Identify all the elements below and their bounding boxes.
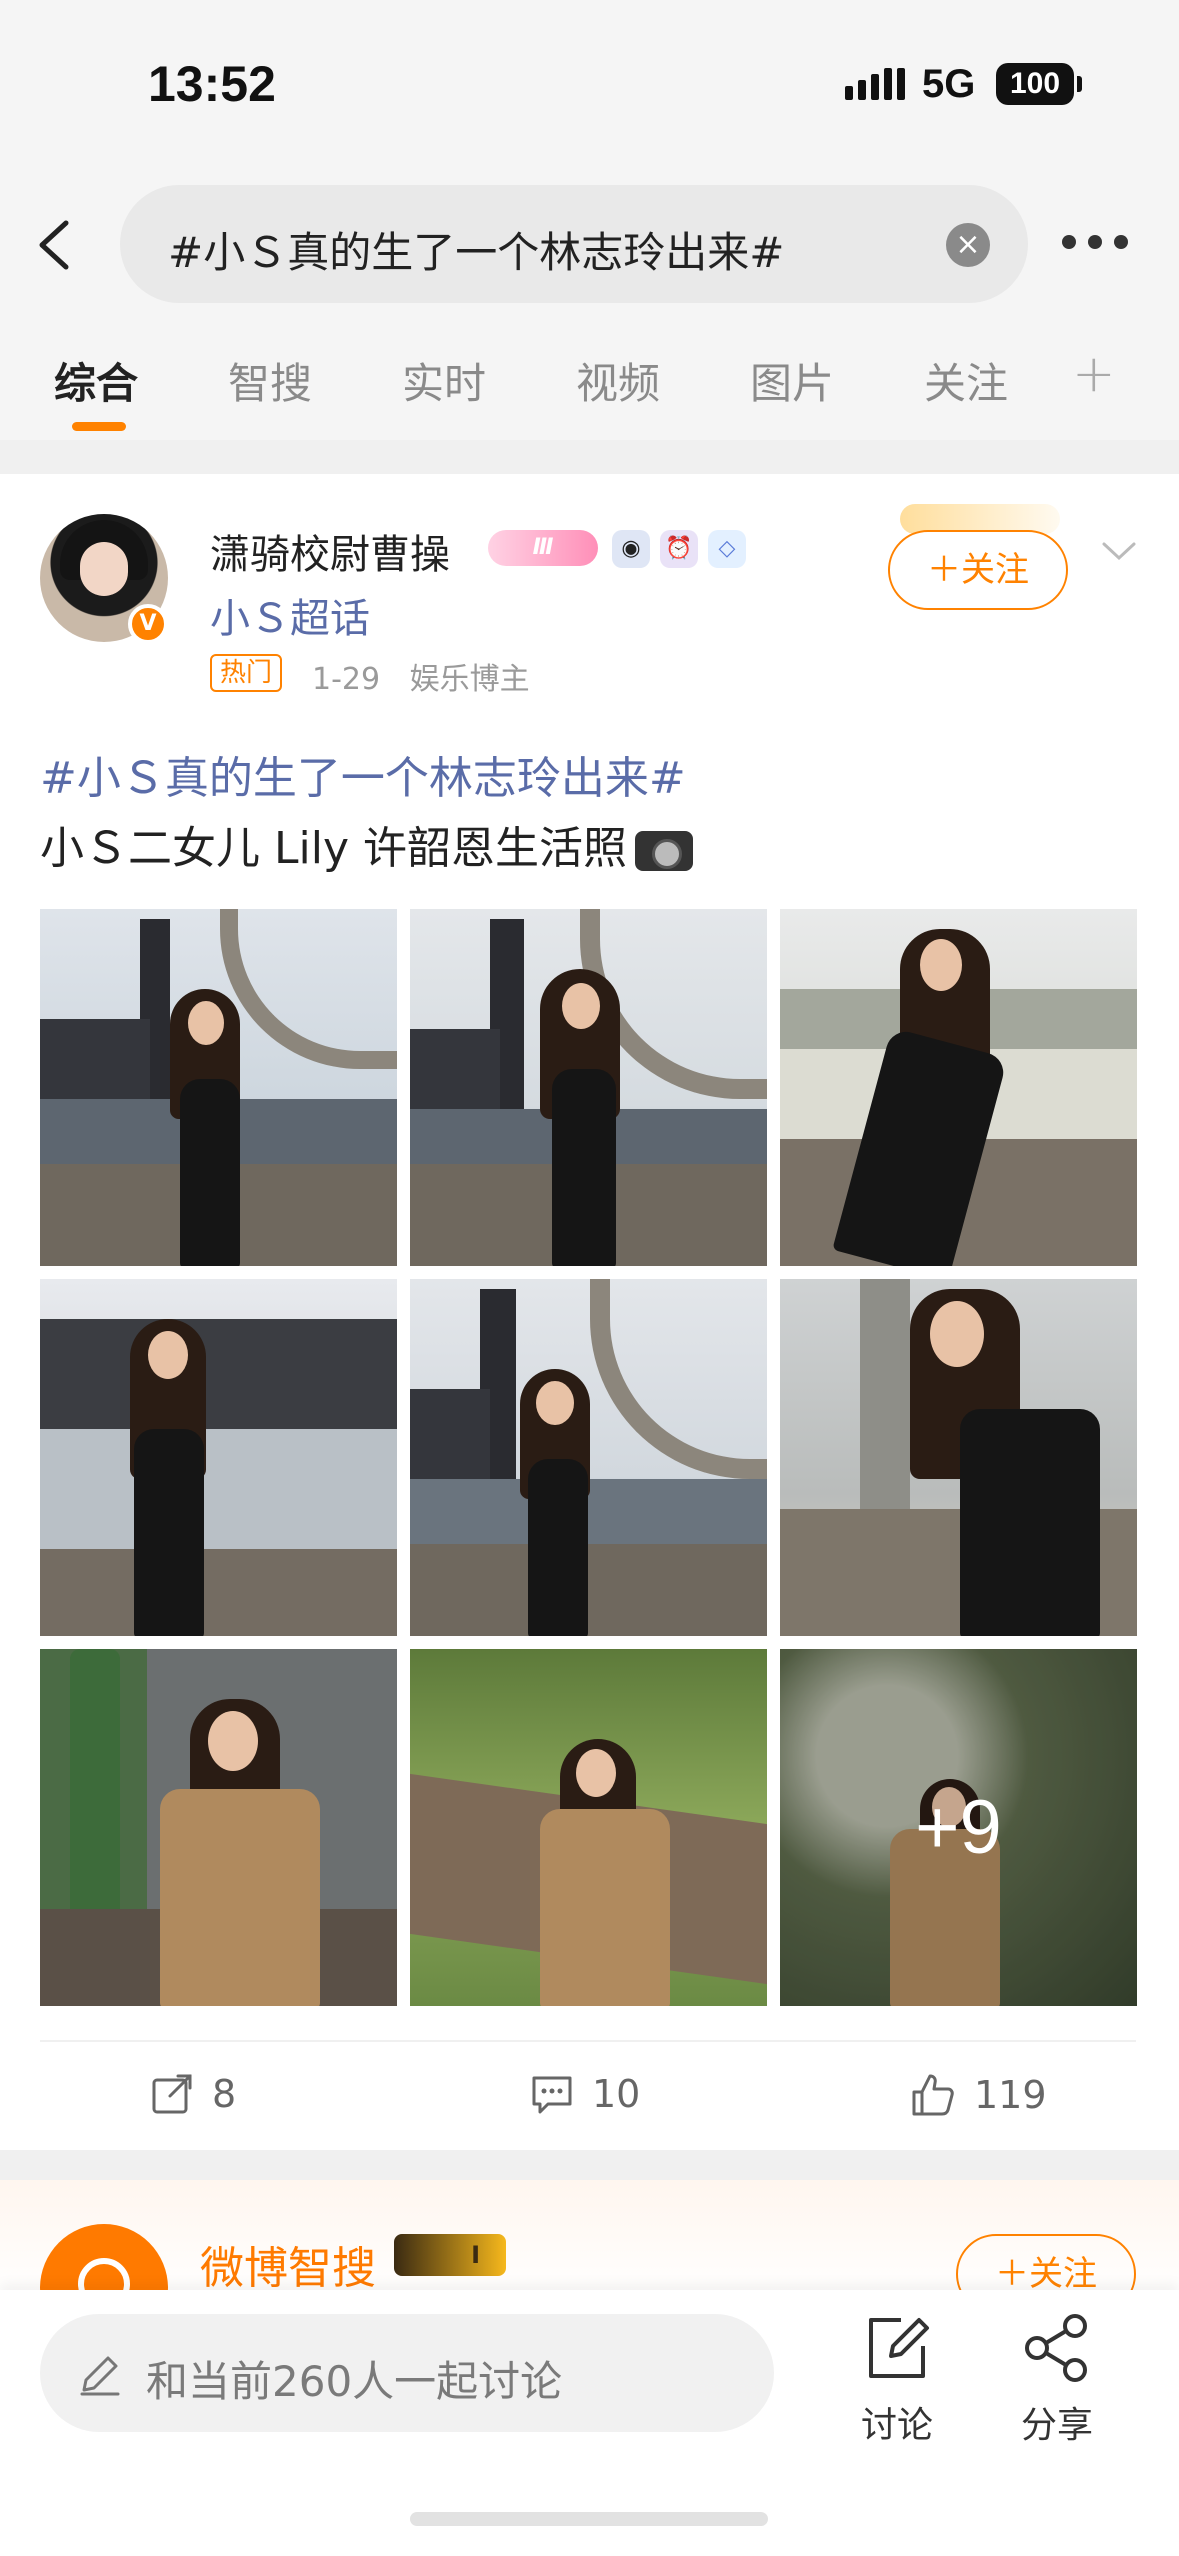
verified-badge-icon: V bbox=[128, 604, 168, 644]
post-text: 小Ｓ二女儿 Lily 许韶恩生活照 bbox=[40, 812, 693, 876]
post-action-bar: 8 10 119 bbox=[40, 2040, 1136, 2150]
edit-square-icon bbox=[869, 2318, 929, 2378]
post-meta: 1-29 娱乐博主 bbox=[312, 654, 550, 698]
bottom-bar: 和当前260人一起讨论 讨论 分享 bbox=[0, 2290, 1179, 2556]
active-tab-indicator bbox=[72, 422, 126, 431]
share-button[interactable]: 分享 bbox=[1002, 2312, 1112, 2448]
photo-7[interactable] bbox=[40, 1649, 397, 2006]
crown-badge-icon: Ⅰ bbox=[394, 2234, 506, 2276]
clear-search-button[interactable]: × bbox=[946, 223, 990, 267]
chevron-down-icon[interactable] bbox=[1098, 530, 1140, 572]
photo-1[interactable] bbox=[40, 909, 397, 1266]
diamond-badge-icon: ◇ bbox=[708, 530, 746, 568]
discuss-button[interactable]: 讨论 bbox=[842, 2312, 952, 2448]
author-name[interactable]: 潇骑校尉曹操 bbox=[210, 522, 450, 580]
tab-smart-search[interactable]: 智搜 bbox=[228, 350, 312, 411]
post-card: V 潇骑校尉曹操 Ⅲ ◉ ⏰ ◇ 小Ｓ超话 热门 1-29 娱乐博主 ＋关注 #… bbox=[0, 474, 1179, 2150]
tab-realtime[interactable]: 实时 bbox=[402, 350, 486, 411]
share-icon bbox=[1025, 2314, 1087, 2382]
camera-badge-icon: ◉ bbox=[612, 530, 650, 568]
comment-input[interactable]: 和当前260人一起讨论 bbox=[40, 2314, 774, 2432]
section-divider-2 bbox=[0, 2150, 1179, 2180]
smart-search-card: 微博智搜 Ⅰ ＋关注 bbox=[0, 2180, 1179, 2352]
pencil-icon bbox=[80, 2356, 120, 2396]
battery-icon: 100 bbox=[996, 63, 1074, 105]
search-header: #小Ｓ真的生了一个林志玲出来# × bbox=[0, 170, 1179, 320]
repost-icon bbox=[152, 2074, 192, 2114]
tab-following[interactable]: 关注 bbox=[924, 350, 1008, 411]
search-input[interactable]: #小Ｓ真的生了一个林志玲出来# × bbox=[120, 185, 1028, 303]
comment-placeholder: 和当前260人一起讨论 bbox=[146, 2357, 563, 2406]
status-bar: 13:52 5G 100 bbox=[0, 0, 1179, 170]
photo-6[interactable] bbox=[780, 1279, 1137, 1636]
supertopic-link[interactable]: 小Ｓ超话 bbox=[210, 586, 370, 644]
add-tab-icon[interactable]: + bbox=[1072, 344, 1116, 404]
level-badge-icon: Ⅲ bbox=[488, 530, 598, 566]
search-tabs: 综合 智搜 实时 视频 图片 关注 + bbox=[0, 320, 1179, 440]
author-role: 娱乐博主 bbox=[409, 662, 530, 697]
battery-tip bbox=[1077, 76, 1082, 92]
follow-button[interactable]: ＋关注 bbox=[888, 530, 1068, 610]
back-button[interactable] bbox=[28, 215, 88, 275]
post-text-content: 小Ｓ二女儿 Lily 许韶恩生活照 bbox=[40, 823, 627, 874]
comment-button[interactable]: 10 bbox=[530, 2072, 640, 2116]
post-date: 1-29 bbox=[312, 662, 381, 697]
post-topic-link[interactable]: #小Ｓ真的生了一个林志玲出来# bbox=[40, 742, 686, 806]
photo-3[interactable] bbox=[780, 909, 1137, 1266]
more-photos-count: +9 bbox=[780, 1649, 1137, 2006]
discuss-label: 讨论 bbox=[860, 2405, 933, 2446]
smart-search-name[interactable]: 微博智搜 bbox=[200, 2232, 376, 2296]
network-type: 5G bbox=[922, 62, 976, 106]
share-label: 分享 bbox=[1020, 2405, 1093, 2446]
back-arrow-icon bbox=[39, 220, 69, 270]
repost-button[interactable]: 8 bbox=[150, 2072, 236, 2116]
search-query: #小Ｓ真的生了一个林志玲出来# bbox=[168, 228, 785, 277]
section-divider bbox=[0, 440, 1179, 474]
hot-tag: 热门 bbox=[210, 654, 283, 692]
alarm-badge-icon: ⏰ bbox=[660, 530, 698, 568]
photo-2[interactable] bbox=[410, 909, 767, 1266]
more-options-icon[interactable] bbox=[1062, 235, 1128, 249]
signal-icon bbox=[845, 68, 905, 100]
like-count: 119 bbox=[974, 2073, 1047, 2117]
comment-count: 10 bbox=[592, 2072, 641, 2116]
like-button[interactable]: 119 bbox=[910, 2072, 1047, 2118]
photo-9[interactable]: +9 bbox=[780, 1649, 1137, 2006]
comment-icon bbox=[532, 2076, 572, 2114]
tab-video[interactable]: 视频 bbox=[576, 350, 660, 411]
tab-images[interactable]: 图片 bbox=[750, 350, 834, 411]
photo-4[interactable] bbox=[40, 1279, 397, 1636]
photo-5[interactable] bbox=[410, 1279, 767, 1636]
photo-8[interactable] bbox=[410, 1649, 767, 2006]
home-indicator bbox=[410, 2512, 768, 2526]
camera-emoji-icon bbox=[634, 831, 693, 871]
repost-count: 8 bbox=[212, 2072, 237, 2116]
status-time: 13:52 bbox=[148, 56, 276, 112]
thumbs-up-icon bbox=[912, 2074, 954, 2116]
tab-comprehensive[interactable]: 综合 bbox=[54, 350, 138, 411]
